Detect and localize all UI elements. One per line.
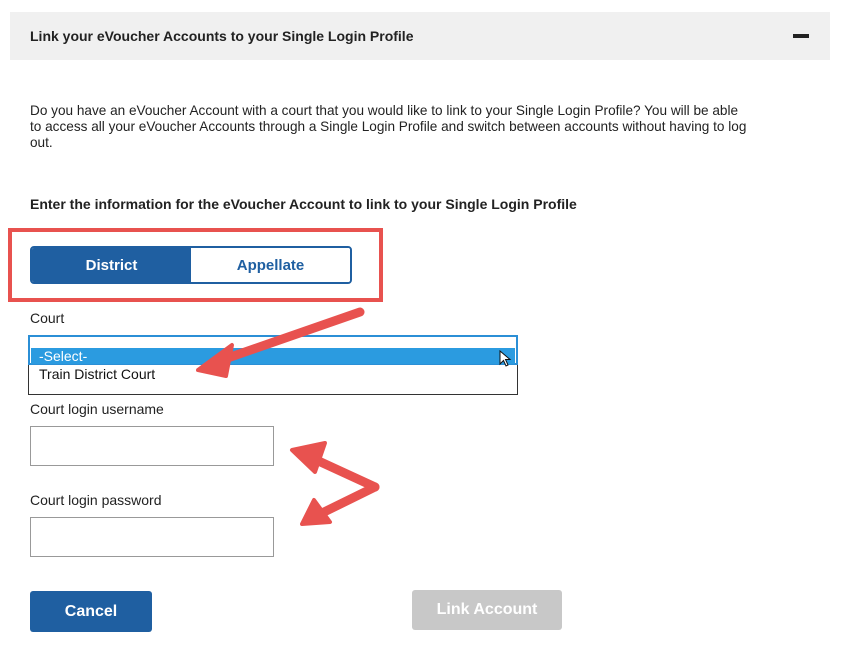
- username-label: Court login username: [30, 401, 164, 417]
- mouse-cursor-icon: [499, 350, 512, 367]
- toggle-district-button[interactable]: District: [32, 248, 191, 282]
- password-input[interactable]: [30, 517, 274, 557]
- court-type-toggle: District Appellate: [30, 246, 352, 284]
- minus-icon[interactable]: [793, 34, 809, 38]
- link-account-button[interactable]: Link Account: [412, 590, 562, 630]
- court-option-select[interactable]: -Select-: [31, 348, 515, 364]
- court-select[interactable]: -Select- Train District Court: [28, 335, 518, 395]
- court-label: Court: [30, 310, 65, 326]
- panel-header: Link your eVoucher Accounts to your Sing…: [10, 12, 830, 60]
- court-option-train-district[interactable]: Train District Court: [31, 366, 515, 382]
- toggle-appellate-button[interactable]: Appellate: [191, 248, 350, 282]
- annotation-arrow-password: [313, 482, 380, 520]
- username-input[interactable]: [30, 426, 274, 466]
- intro-text: Do you have an eVoucher Account with a c…: [30, 103, 747, 150]
- section-heading: Enter the information for the eVoucher A…: [30, 196, 577, 212]
- annotation-arrowhead-password: [300, 498, 332, 526]
- password-label: Court login password: [30, 492, 162, 508]
- annotation-arrowhead-username: [290, 441, 327, 474]
- annotation-arrow-username: [307, 453, 380, 492]
- panel-title: Link your eVoucher Accounts to your Sing…: [30, 28, 414, 44]
- cancel-button[interactable]: Cancel: [30, 591, 152, 632]
